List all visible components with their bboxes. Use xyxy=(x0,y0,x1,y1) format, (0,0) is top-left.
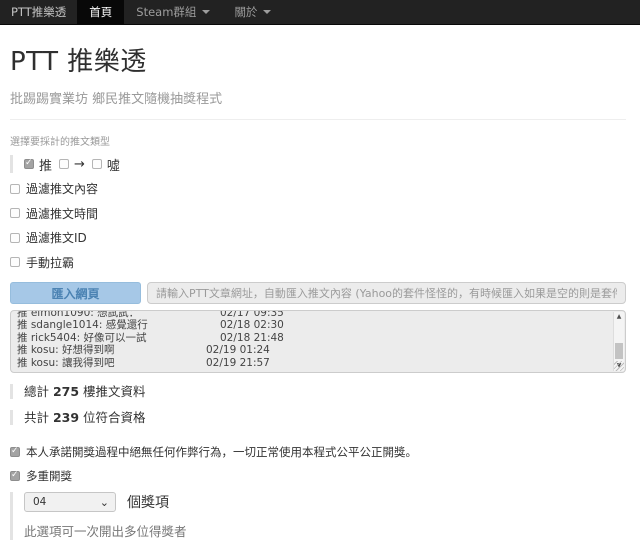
prize-count-value: 04 xyxy=(33,496,100,508)
stat-total-value: 275 xyxy=(53,384,79,399)
push-type-option-push[interactable]: 推 xyxy=(24,155,52,174)
main-content: PTT 推樂透 批踢踢實業坊 鄉民推文隨機抽獎程式 選擇要採計的推文類型 推 →… xyxy=(0,25,640,550)
push-line: 推 rick5404: 好像可以一試 02/18 21:48 xyxy=(17,332,611,344)
push-line: 推 kosu: 好想得到啊 02/19 01:24 xyxy=(17,344,611,356)
checkbox[interactable] xyxy=(10,184,20,194)
chevron-down-icon: ⌄ xyxy=(100,497,109,508)
checkbox[interactable] xyxy=(10,257,20,267)
push-time: 02/17 09:35 xyxy=(220,310,284,319)
checkbox[interactable] xyxy=(92,159,102,169)
push-type-option-label: 噓 xyxy=(107,155,120,174)
page-subtitle: 批踢踢實業坊 鄉民推文隨機抽獎程式 xyxy=(10,88,626,107)
push-list-textarea[interactable]: 推 elmon1090: 想試試： 02/17 09:35 推 sdangle1… xyxy=(10,310,626,373)
prize-count-select[interactable]: 04 ⌄ xyxy=(24,492,116,512)
checkbox[interactable] xyxy=(24,159,34,169)
nav-item-home[interactable]: 首頁 xyxy=(77,0,124,24)
navbar: PTT推樂透 首頁 Steam群組 關於 xyxy=(0,0,640,25)
push-type-options: 推 → 噓 xyxy=(10,155,626,173)
push-type-option-label: 推 xyxy=(39,155,52,174)
prize-select-block: 04 ⌄ 個獎項 此選項可一次開出多位得獎者 xyxy=(10,492,626,540)
filter-row-time[interactable]: 過濾推文時間 xyxy=(10,204,626,222)
resize-grip-icon[interactable] xyxy=(614,361,624,371)
stat-qualified-count: 共計 239 位符合資格 xyxy=(10,410,626,425)
scroll-up-icon[interactable]: ▲ xyxy=(617,312,622,322)
multi-draw-checkbox-row[interactable]: 多重開獎 xyxy=(10,468,626,484)
checkbox[interactable] xyxy=(10,233,20,243)
push-type-section-label: 選擇要採計的推文類型 xyxy=(10,133,626,148)
caret-down-icon xyxy=(202,10,210,14)
page-header: PTT 推樂透 批踢踢實業坊 鄉民推文隨機抽獎程式 xyxy=(10,25,626,120)
nav-item-label: 首頁 xyxy=(89,0,112,25)
filter-row-id[interactable]: 過濾推文ID xyxy=(10,229,626,247)
push-time: 02/19 01:24 xyxy=(206,344,270,356)
filter-row-content[interactable]: 過濾推文內容 xyxy=(10,180,626,198)
nav-item-steam-group[interactable]: Steam群組 xyxy=(124,0,222,24)
filter-label: 過濾推文時間 xyxy=(26,205,98,222)
filter-list: 過濾推文內容 過濾推文時間 過濾推文ID 手動拉霸 xyxy=(10,180,626,272)
push-type-option-boo[interactable]: 噓 xyxy=(92,155,120,174)
push-line: 推 kosu: 讓我得到吧 02/19 21:57 xyxy=(17,357,611,369)
push-list-content: 推 elmon1090: 想試試： 02/17 09:35 推 sdangle1… xyxy=(11,310,625,369)
push-time: 02/19 21:57 xyxy=(206,357,270,369)
page-title: PTT 推樂透 xyxy=(10,41,626,78)
push-time: 02/18 02:30 xyxy=(220,319,284,331)
nav-item-label: Steam群組 xyxy=(136,0,196,25)
push-time: 02/18 21:48 xyxy=(220,332,284,344)
disclaimer-label: 本人承諾開獎過程中絕無任何作弊行為，一切正常使用本程式公平公正開獎。 xyxy=(26,444,417,460)
checkbox[interactable] xyxy=(10,447,20,457)
disclaimer-checkbox-row[interactable]: 本人承諾開獎過程中絕無任何作弊行為，一切正常使用本程式公平公正開獎。 xyxy=(10,444,626,460)
filter-label: 手動拉霸 xyxy=(26,254,74,271)
navbar-brand[interactable]: PTT推樂透 xyxy=(0,0,77,24)
checkbox[interactable] xyxy=(10,471,20,481)
filter-label: 過濾推文ID xyxy=(26,229,87,246)
checkbox[interactable] xyxy=(10,208,20,218)
prize-unit-label: 個獎項 xyxy=(127,492,169,512)
checkbox[interactable] xyxy=(59,159,69,169)
push-type-option-arrow[interactable]: → xyxy=(59,157,85,172)
import-url-button[interactable]: 匯入網頁 xyxy=(10,282,141,304)
import-row: 匯入網頁 xyxy=(10,282,626,304)
stat-qualified-value: 239 xyxy=(53,410,79,425)
filter-label: 過濾推文內容 xyxy=(26,180,98,197)
scrollbar-thumb[interactable] xyxy=(615,343,623,359)
article-url-input[interactable] xyxy=(147,282,626,304)
nav-item-label: 關於 xyxy=(234,0,257,25)
push-type-option-label: → xyxy=(74,157,85,172)
push-line: 推 sdangle1014: 感覺還行 02/18 02:30 xyxy=(17,319,611,331)
nav-item-about[interactable]: 關於 xyxy=(222,0,283,24)
stat-total-pushes: 總計 275 樓推文資料 xyxy=(10,384,626,399)
push-line: 推 elmon1090: 想試試： 02/17 09:35 xyxy=(17,310,611,319)
caret-down-icon xyxy=(263,10,271,14)
multi-draw-label: 多重開獎 xyxy=(26,468,72,484)
filter-row-manual-slot[interactable]: 手動拉霸 xyxy=(10,253,626,271)
prize-select-note: 此選項可一次開出多位得獎者 xyxy=(24,521,626,540)
